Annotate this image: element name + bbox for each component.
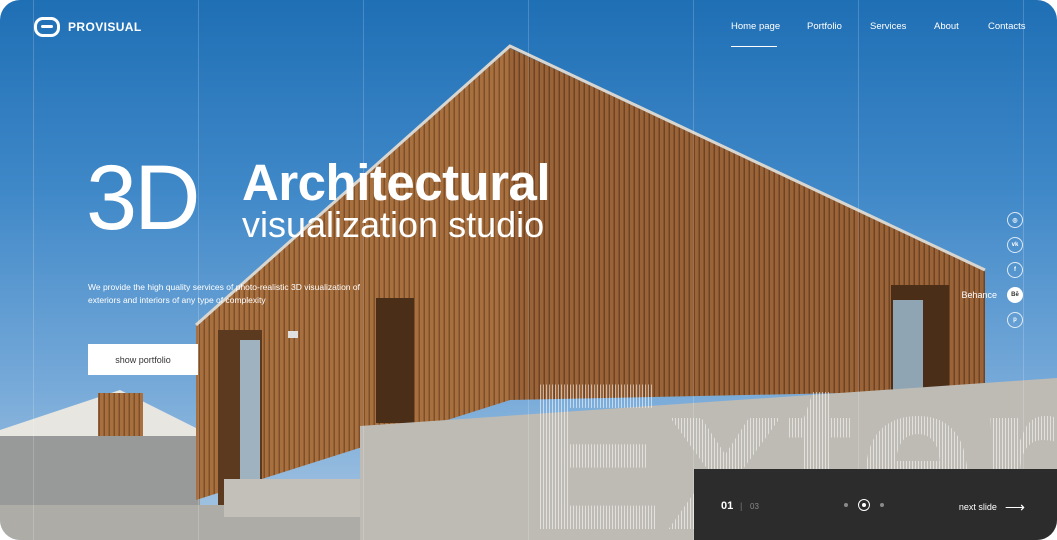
next-slide-label: next slide — [958, 502, 997, 512]
slide-dot[interactable] — [844, 503, 848, 507]
arrow-right-icon: ⟶ — [1004, 499, 1025, 515]
hero-title: Architectural — [242, 154, 551, 211]
slide-current: 01 — [721, 500, 734, 512]
instagram-icon[interactable]: ◎ — [1007, 212, 1023, 228]
nav-active-indicator — [731, 46, 777, 47]
nav-portfolio[interactable]: Portfolio — [807, 21, 842, 32]
nav-services[interactable]: Services — [870, 21, 906, 32]
grid-line — [363, 0, 364, 540]
brand-name: PROVISUAL — [68, 20, 142, 34]
slide-dot[interactable] — [880, 503, 884, 507]
slider-controls: 01 | 03 next slide ⟶ — [694, 469, 1057, 540]
nav-contacts[interactable]: Contacts — [988, 21, 1026, 32]
hero-description: We provide the high quality services of … — [88, 282, 360, 305]
social-hover-label: Behance — [961, 290, 997, 300]
pinterest-icon[interactable]: p — [1007, 312, 1023, 328]
logo[interactable]: PROVISUAL — [34, 17, 142, 37]
nav-home[interactable]: Home page — [731, 21, 780, 32]
slide-total: 03 — [750, 502, 759, 511]
facebook-icon[interactable]: f — [1007, 262, 1023, 278]
slide-dots — [844, 499, 884, 511]
next-slide-button[interactable]: next slide ⟶ — [959, 500, 1025, 514]
vk-icon[interactable]: vk — [1007, 237, 1023, 253]
hero-frame: Exter PROVISUAL Home page Portfolio Serv… — [0, 0, 1057, 540]
social-links: ◎ vk f Behance Bē p — [961, 212, 1023, 328]
behance-icon[interactable]: Bē — [1007, 287, 1023, 303]
grid-line — [33, 0, 34, 540]
grid-line — [198, 0, 199, 540]
show-portfolio-button[interactable]: show portfolio — [88, 344, 198, 375]
nav-about[interactable]: About — [934, 21, 959, 32]
hero-subtitle: visualization studio — [242, 204, 545, 245]
logo-icon — [34, 17, 60, 37]
slide-dot-active[interactable] — [858, 499, 870, 511]
hero-3d-heading: 3D — [86, 147, 201, 249]
slide-separator: | — [740, 501, 743, 511]
